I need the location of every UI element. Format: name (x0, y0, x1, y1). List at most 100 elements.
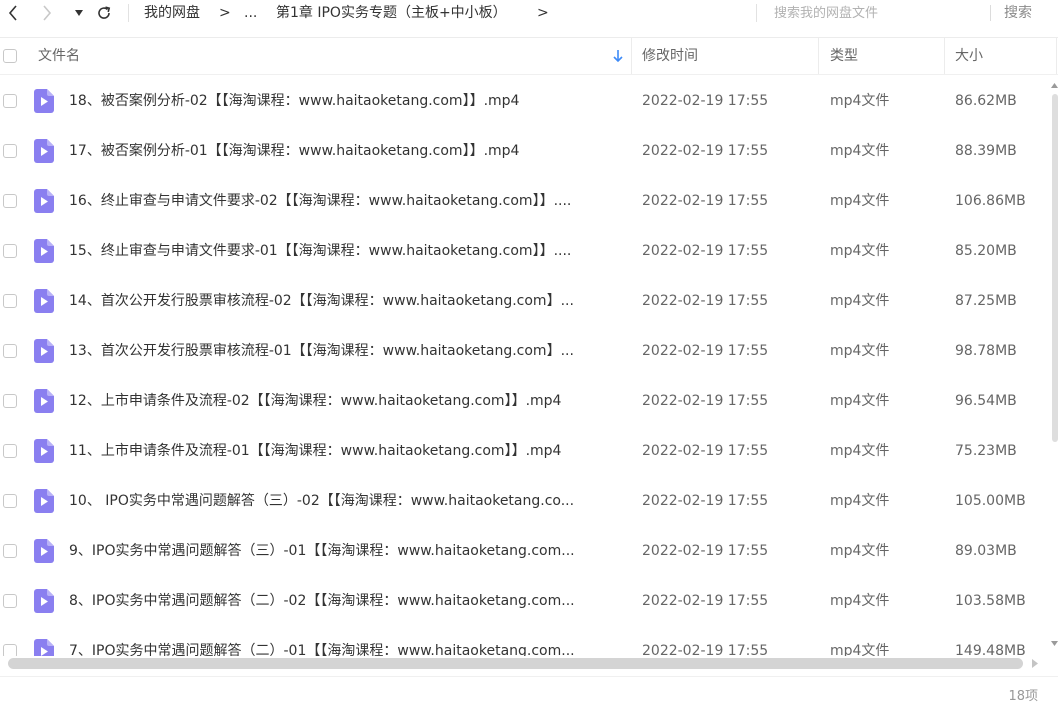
video-file-icon (34, 489, 54, 513)
item-count: 18项 (1008, 689, 1038, 704)
row-checkbox[interactable] (3, 444, 17, 458)
row-checkbox[interactable] (3, 344, 17, 358)
modified-time: 2022-02-19 17:55 (642, 343, 769, 359)
file-row[interactable]: 8、IPO实务中常遇问题解答（二）-02【【海淘课程：www.haitaoket… (0, 576, 1050, 626)
row-checkbox[interactable] (3, 294, 17, 308)
file-row[interactable]: 7、IPO实务中常遇问题解答（二）-01【【海淘课程：www.haitaoket… (0, 626, 1050, 656)
scroll-up-arrow-icon[interactable] (1051, 82, 1058, 89)
file-row[interactable]: 18、被否案例分析-02【【海淘课程：www.haitaoketang.com】… (0, 76, 1050, 126)
file-size: 85.20MB (955, 243, 1017, 259)
refresh-button[interactable] (94, 2, 114, 24)
modified-time: 2022-02-19 17:55 (642, 143, 769, 159)
column-header-time[interactable]: 修改时间 (642, 38, 698, 74)
file-row[interactable]: 15、终止审查与申请文件要求-01【【海淘课程：www.haitaoketang… (0, 226, 1050, 276)
modified-time: 2022-02-19 17:55 (642, 293, 769, 309)
video-file-icon (34, 289, 54, 313)
file-size: 86.62MB (955, 93, 1017, 109)
column-header-name[interactable]: 文件名 (38, 38, 80, 74)
file-row[interactable]: 13、首次公开发行股票审核流程-01【【海淘课程：www.haitaoketan… (0, 326, 1050, 376)
file-type: mp4文件 (830, 493, 890, 509)
file-size: 98.78MB (955, 343, 1017, 359)
column-divider[interactable] (631, 38, 632, 74)
row-checkbox[interactable] (3, 644, 17, 656)
file-type: mp4文件 (830, 243, 890, 259)
video-file-icon (34, 139, 54, 163)
select-all-checkbox[interactable] (3, 49, 17, 63)
row-checkbox[interactable] (3, 144, 17, 158)
video-file-icon (34, 389, 54, 413)
refresh-icon (98, 6, 111, 19)
file-type: mp4文件 (830, 293, 890, 309)
file-name: 14、首次公开发行股票审核流程-02【【海淘课程：www.haitaoketan… (69, 293, 574, 309)
video-file-icon (34, 89, 54, 113)
file-type: mp4文件 (830, 543, 890, 559)
column-divider[interactable] (818, 38, 819, 74)
vertical-scrollbar-thumb[interactable] (1052, 94, 1058, 442)
row-checkbox[interactable] (3, 394, 17, 408)
file-type: mp4文件 (830, 343, 890, 359)
file-size: 103.58MB (955, 593, 1026, 609)
search-button-divider (990, 5, 991, 21)
file-type: mp4文件 (830, 593, 890, 609)
video-file-icon (34, 189, 54, 213)
file-row[interactable]: 16、终止审查与申请文件要求-02【【海淘课程：www.haitaoketang… (0, 176, 1050, 226)
file-row[interactable]: 10、 IPO实务中常遇问题解答（三）-02【【海淘课程：www.haitaok… (0, 476, 1050, 526)
video-file-icon (34, 339, 54, 363)
file-name: 16、终止审查与申请文件要求-02【【海淘课程：www.haitaoketang… (69, 193, 572, 209)
row-checkbox[interactable] (3, 94, 17, 108)
row-checkbox[interactable] (3, 494, 17, 508)
modified-time: 2022-02-19 17:55 (642, 393, 769, 409)
modified-time: 2022-02-19 17:55 (642, 493, 769, 509)
breadcrumb-root[interactable]: 我的网盘 (144, 3, 200, 23)
file-type: mp4文件 (830, 143, 890, 159)
file-row[interactable]: 9、IPO实务中常遇问题解答（三）-01【【海淘课程：www.haitaoket… (0, 526, 1050, 576)
back-button[interactable] (4, 2, 22, 24)
horizontal-scrollbar-thumb[interactable] (8, 658, 1023, 669)
file-name: 15、终止审查与申请文件要求-01【【海淘课程：www.haitaoketang… (69, 243, 572, 259)
history-dropdown-button[interactable] (72, 2, 86, 24)
modified-time: 2022-02-19 17:55 (642, 93, 769, 109)
file-name: 18、被否案例分析-02【【海淘课程：www.haitaoketang.com】… (69, 93, 520, 109)
modified-time: 2022-02-19 17:55 (642, 543, 769, 559)
column-divider[interactable] (944, 38, 945, 74)
search-input[interactable] (764, 1, 984, 25)
chevron-right-icon (43, 5, 52, 21)
file-name: 17、被否案例分析-01【【海淘课程：www.haitaoketang.com】… (69, 143, 520, 159)
file-name: 9、IPO实务中常遇问题解答（三）-01【【海淘课程：www.haitaoket… (69, 543, 575, 559)
search-divider (756, 4, 757, 22)
video-file-icon (34, 589, 54, 613)
breadcrumb-current[interactable]: 第1章 IPO实务专题（主板+中小板） (276, 3, 507, 23)
video-file-icon (34, 639, 54, 656)
file-size: 88.39MB (955, 143, 1017, 159)
file-size: 105.00MB (955, 493, 1026, 509)
video-file-icon (34, 239, 54, 263)
row-checkbox[interactable] (3, 544, 17, 558)
breadcrumb-ellipsis[interactable]: ... (244, 3, 257, 23)
row-checkbox[interactable] (3, 244, 17, 258)
forward-button[interactable] (38, 2, 56, 24)
file-row[interactable]: 14、首次公开发行股票审核流程-02【【海淘课程：www.haitaoketan… (0, 276, 1050, 326)
file-row[interactable]: 11、上市申请条件及流程-01【【海淘课程：www.haitaoketang.c… (0, 426, 1050, 476)
file-name: 8、IPO实务中常遇问题解答（二）-02【【海淘课程：www.haitaoket… (69, 593, 575, 609)
column-header-size[interactable]: 大小 (955, 38, 983, 74)
file-name: 13、首次公开发行股票审核流程-01【【海淘课程：www.haitaoketan… (69, 343, 574, 359)
column-header-type[interactable]: 类型 (830, 38, 858, 74)
file-row[interactable]: 12、上市申请条件及流程-02【【海淘课程：www.haitaoketang.c… (0, 376, 1050, 426)
file-name: 11、上市申请条件及流程-01【【海淘课程：www.haitaoketang.c… (69, 443, 562, 459)
breadcrumb-separator: > (219, 5, 231, 21)
scroll-right-arrow-icon[interactable] (1031, 659, 1039, 668)
scroll-down-arrow-icon[interactable] (1051, 640, 1058, 647)
row-checkbox[interactable] (3, 594, 17, 608)
video-file-icon (34, 439, 54, 463)
sort-descending-icon[interactable] (612, 49, 624, 63)
file-row[interactable]: 17、被否案例分析-01【【海淘课程：www.haitaoketang.com】… (0, 126, 1050, 176)
file-size: 75.23MB (955, 443, 1017, 459)
file-size: 96.54MB (955, 393, 1017, 409)
column-header: 文件名 修改时间 类型 大小 (0, 37, 1058, 75)
search-button[interactable]: 搜索 (1004, 3, 1032, 23)
file-browser-window: 我的网盘 > ... 第1章 IPO实务专题（主板+中小板） > 搜索 文件名 … (0, 0, 1058, 710)
modified-time: 2022-02-19 17:55 (642, 243, 769, 259)
file-type: mp4文件 (830, 393, 890, 409)
row-checkbox[interactable] (3, 194, 17, 208)
footer-divider (0, 676, 1058, 677)
